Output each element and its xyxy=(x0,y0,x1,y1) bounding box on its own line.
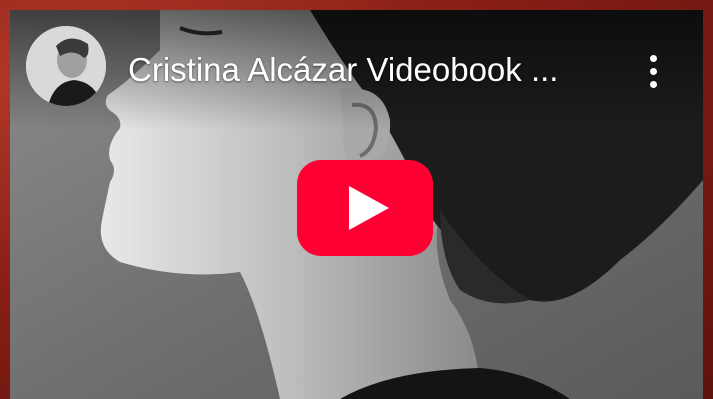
menu-dot xyxy=(649,54,657,62)
more-vertical-icon[interactable] xyxy=(638,48,668,94)
menu-dot xyxy=(649,67,657,75)
outer-frame: Cristina Alcázar Videobook ... xyxy=(0,0,713,399)
channel-avatar-icon[interactable] xyxy=(26,26,106,106)
video-player[interactable]: Cristina Alcázar Videobook ... xyxy=(10,10,703,399)
youtube-play-icon[interactable] xyxy=(297,160,433,256)
avatar-image xyxy=(26,26,106,106)
menu-dot xyxy=(649,80,657,88)
video-title[interactable]: Cristina Alcázar Videobook ... xyxy=(128,48,628,92)
